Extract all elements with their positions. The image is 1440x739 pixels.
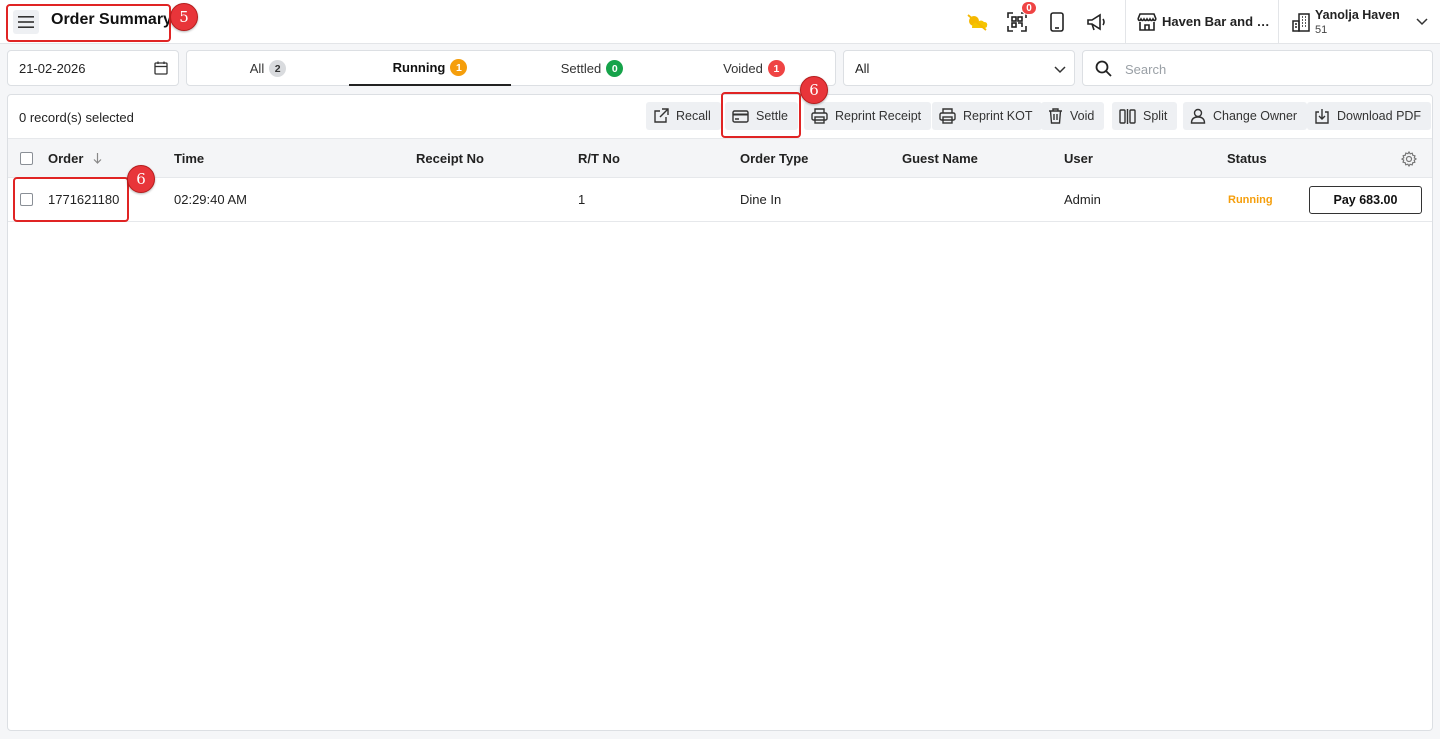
button-label: Reprint KOT — [963, 109, 1033, 123]
column-header-status[interactable]: Status — [1227, 151, 1267, 166]
notification-count-badge: 0 — [1021, 1, 1037, 15]
hotel-code: 51 — [1315, 24, 1328, 36]
selected-count: 0 record(s) selected — [19, 110, 134, 125]
button-label: Split — [1143, 109, 1168, 123]
reprint-kot-button[interactable]: Reprint KOT — [932, 102, 1043, 130]
tab-label: Running — [392, 60, 446, 75]
tab-settled[interactable]: Settled 0 — [511, 51, 673, 86]
hotel-name[interactable]: Yanolja Haven — [1315, 8, 1400, 22]
void-button[interactable]: Void — [1041, 102, 1105, 130]
user-icon — [1190, 108, 1206, 124]
button-label: Recall — [676, 109, 711, 123]
divider — [1125, 0, 1126, 44]
annotation-step-badge: 5 — [170, 3, 198, 31]
search-box — [1082, 50, 1433, 86]
table-row[interactable]: 1771621180 02:29:40 AM 1 Dine In Admin R… — [8, 178, 1432, 222]
annotation-order-box — [13, 177, 129, 222]
printer-icon — [939, 108, 956, 124]
table-header: Order Time Receipt No R/T No Order Type … — [8, 138, 1432, 178]
tab-count-badge: 1 — [450, 59, 468, 76]
printer-icon — [811, 108, 828, 124]
chevron-down-icon — [1054, 62, 1066, 77]
tab-running[interactable]: Running 1 — [349, 51, 511, 86]
annotation-settle-box — [721, 92, 801, 138]
order-type-select[interactable]: All — [843, 50, 1075, 86]
button-label: Reprint Receipt — [835, 109, 922, 123]
reprint-receipt-button[interactable]: Reprint Receipt — [804, 102, 932, 130]
tab-all[interactable]: All 2 — [187, 51, 349, 86]
divider — [1278, 0, 1279, 44]
tab-count-badge: 0 — [606, 60, 624, 77]
status-badge: Running — [1228, 194, 1273, 206]
sort-arrow-icon[interactable] — [93, 153, 102, 164]
search-icon — [1095, 60, 1112, 80]
order-type: Dine In — [740, 192, 782, 207]
tab-label: Voided — [723, 61, 763, 76]
annotation-step-badge: 6 — [800, 76, 828, 104]
column-settings-gear-icon[interactable] — [1400, 150, 1418, 170]
download-icon — [1315, 109, 1329, 124]
calendar-icon[interactable] — [154, 61, 168, 78]
column-header-order-type[interactable]: Order Type — [740, 151, 808, 166]
select-value: All — [855, 61, 870, 76]
external-link-icon — [654, 108, 669, 123]
column-header-order[interactable]: Order — [48, 151, 102, 166]
download-pdf-button[interactable]: Download PDF — [1307, 102, 1432, 130]
tab-count-badge: 1 — [767, 60, 785, 77]
split-button[interactable]: Split — [1112, 102, 1178, 130]
column-header-rt-no[interactable]: R/T No — [578, 151, 620, 166]
status-tabs: All 2 Running 1 Settled 0 Voided 1 — [186, 50, 836, 86]
mobile-icon[interactable] — [1045, 10, 1069, 34]
trash-icon — [1049, 108, 1062, 124]
annotation-title-box — [6, 4, 171, 42]
search-input[interactable] — [1125, 59, 1415, 79]
split-icon — [1119, 108, 1136, 124]
select-all-checkbox[interactable] — [20, 152, 33, 165]
column-header-guest-name[interactable]: Guest Name — [902, 151, 978, 166]
tab-label: Settled — [560, 61, 602, 76]
recall-button[interactable]: Recall — [646, 102, 721, 130]
rt-no: 1 — [578, 192, 586, 207]
top-bar: Order Summary 0 Haven Bar and Restaurant… — [0, 0, 1440, 44]
pay-button[interactable]: Pay 683.00 — [1309, 186, 1422, 214]
tab-label: All — [249, 61, 265, 76]
change-owner-button[interactable]: Change Owner — [1183, 102, 1308, 130]
date-picker[interactable]: 21-02-2026 — [7, 50, 179, 86]
button-label: Download PDF — [1337, 109, 1422, 123]
column-header-time[interactable]: Time — [174, 151, 204, 166]
orders-panel: 0 record(s) selected Recall Settle Repri… — [7, 94, 1433, 731]
outlet-name[interactable]: Haven Bar and Restaurant — [1162, 14, 1272, 29]
megaphone-icon[interactable] — [1084, 10, 1108, 34]
annotation-step-badge: 6 — [127, 165, 155, 193]
button-label: Void — [1070, 109, 1095, 123]
column-header-receipt-no[interactable]: Receipt No — [416, 151, 484, 166]
order-time: 02:29:40 AM — [174, 192, 247, 207]
chevron-down-icon[interactable] — [1410, 10, 1434, 34]
column-header-user[interactable]: User — [1064, 151, 1093, 166]
button-label: Change Owner — [1213, 109, 1298, 123]
store-icon — [1135, 10, 1159, 34]
building-icon — [1289, 10, 1313, 34]
weather-icon[interactable] — [965, 10, 989, 34]
date-value: 21-02-2026 — [19, 61, 86, 76]
tab-count-badge: 2 — [269, 60, 287, 77]
order-user: Admin — [1064, 192, 1101, 207]
